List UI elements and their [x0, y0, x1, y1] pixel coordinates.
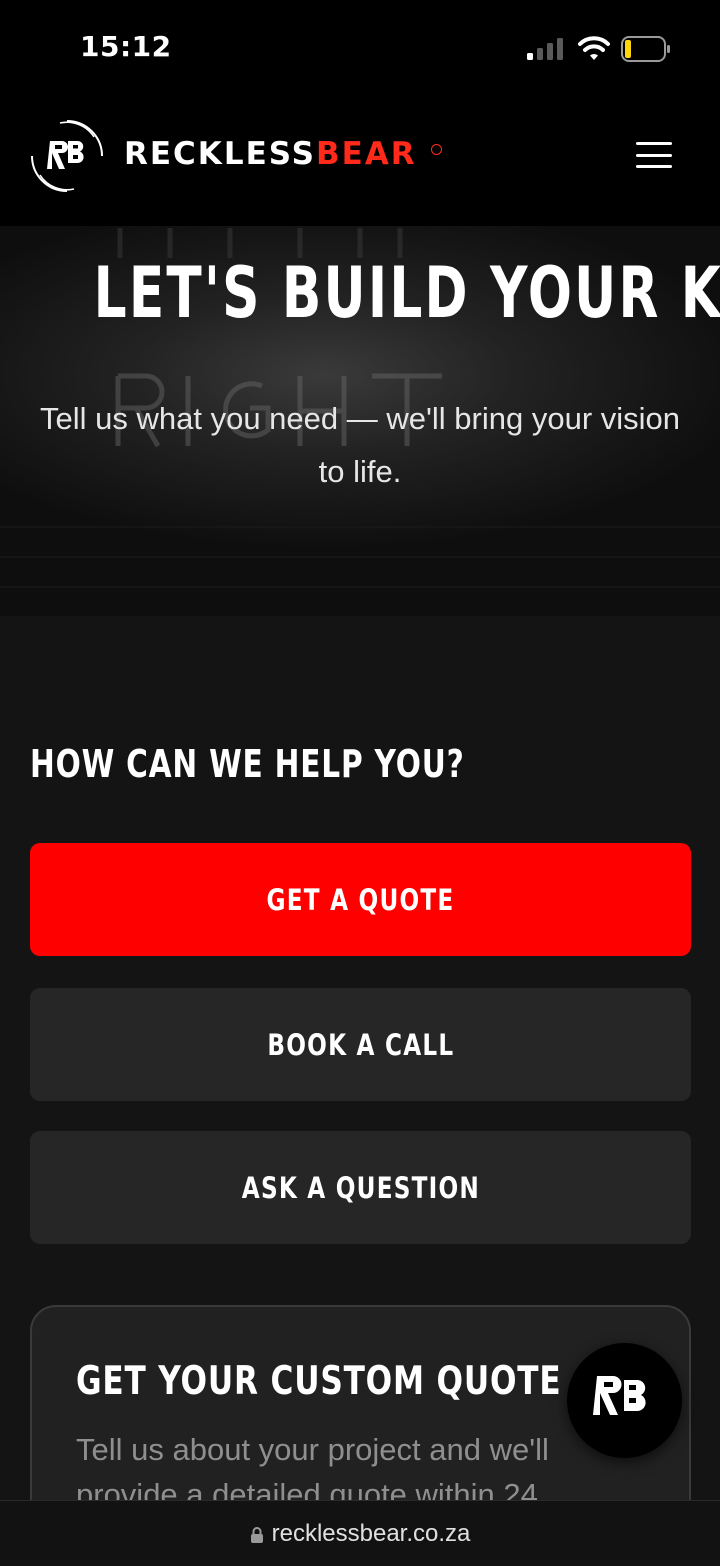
- status-time: 15:12: [80, 30, 172, 63]
- brand-wordmark[interactable]: RECKLESSBEAR: [124, 136, 417, 172]
- hero-subtitle: Tell us what you need — we'll bring your…: [40, 401, 681, 489]
- help-heading: HOW CAN WE HELP YOU?: [30, 742, 465, 786]
- status-bar: 15:12: [0, 0, 720, 100]
- wifi-icon: [578, 36, 610, 60]
- lock-icon: [250, 1526, 263, 1543]
- hero-title: LET'S BUILD YOUR KIT: [93, 252, 720, 334]
- hero-banner: LET'S BUILD YOUR KIT Tell us what you ne…: [0, 226, 720, 616]
- get-a-quote-label: GET A QUOTE: [266, 882, 455, 917]
- url-text: recklessbear.co.za: [271, 1519, 471, 1547]
- site-header: RECKLESSBEAR: [0, 100, 720, 226]
- reckless-bear-logo-icon[interactable]: [28, 117, 106, 195]
- book-a-call-label: BOOK A CALL: [267, 1027, 454, 1062]
- cellular-signal-icon: [527, 38, 563, 60]
- chat-button[interactable]: [567, 1343, 682, 1458]
- quote-card-title: GET YOUR CUSTOM QUOTE: [76, 1359, 562, 1404]
- trademark-icon: [431, 144, 442, 155]
- battery-low-icon: [621, 36, 670, 62]
- ask-a-question-label: ASK A QUESTION: [241, 1170, 480, 1205]
- ask-a-question-button[interactable]: ASK A QUESTION: [30, 1131, 691, 1244]
- hamburger-menu-icon[interactable]: [636, 142, 672, 172]
- book-a-call-button[interactable]: BOOK A CALL: [30, 988, 691, 1101]
- brand-accent-text: BEAR: [316, 136, 417, 172]
- brand-primary-text: RECKLESS: [124, 136, 317, 172]
- rb-logo-icon: [593, 1376, 646, 1415]
- browser-url-bar[interactable]: recklessbear.co.za: [0, 1500, 720, 1566]
- get-a-quote-button[interactable]: GET A QUOTE: [30, 843, 691, 956]
